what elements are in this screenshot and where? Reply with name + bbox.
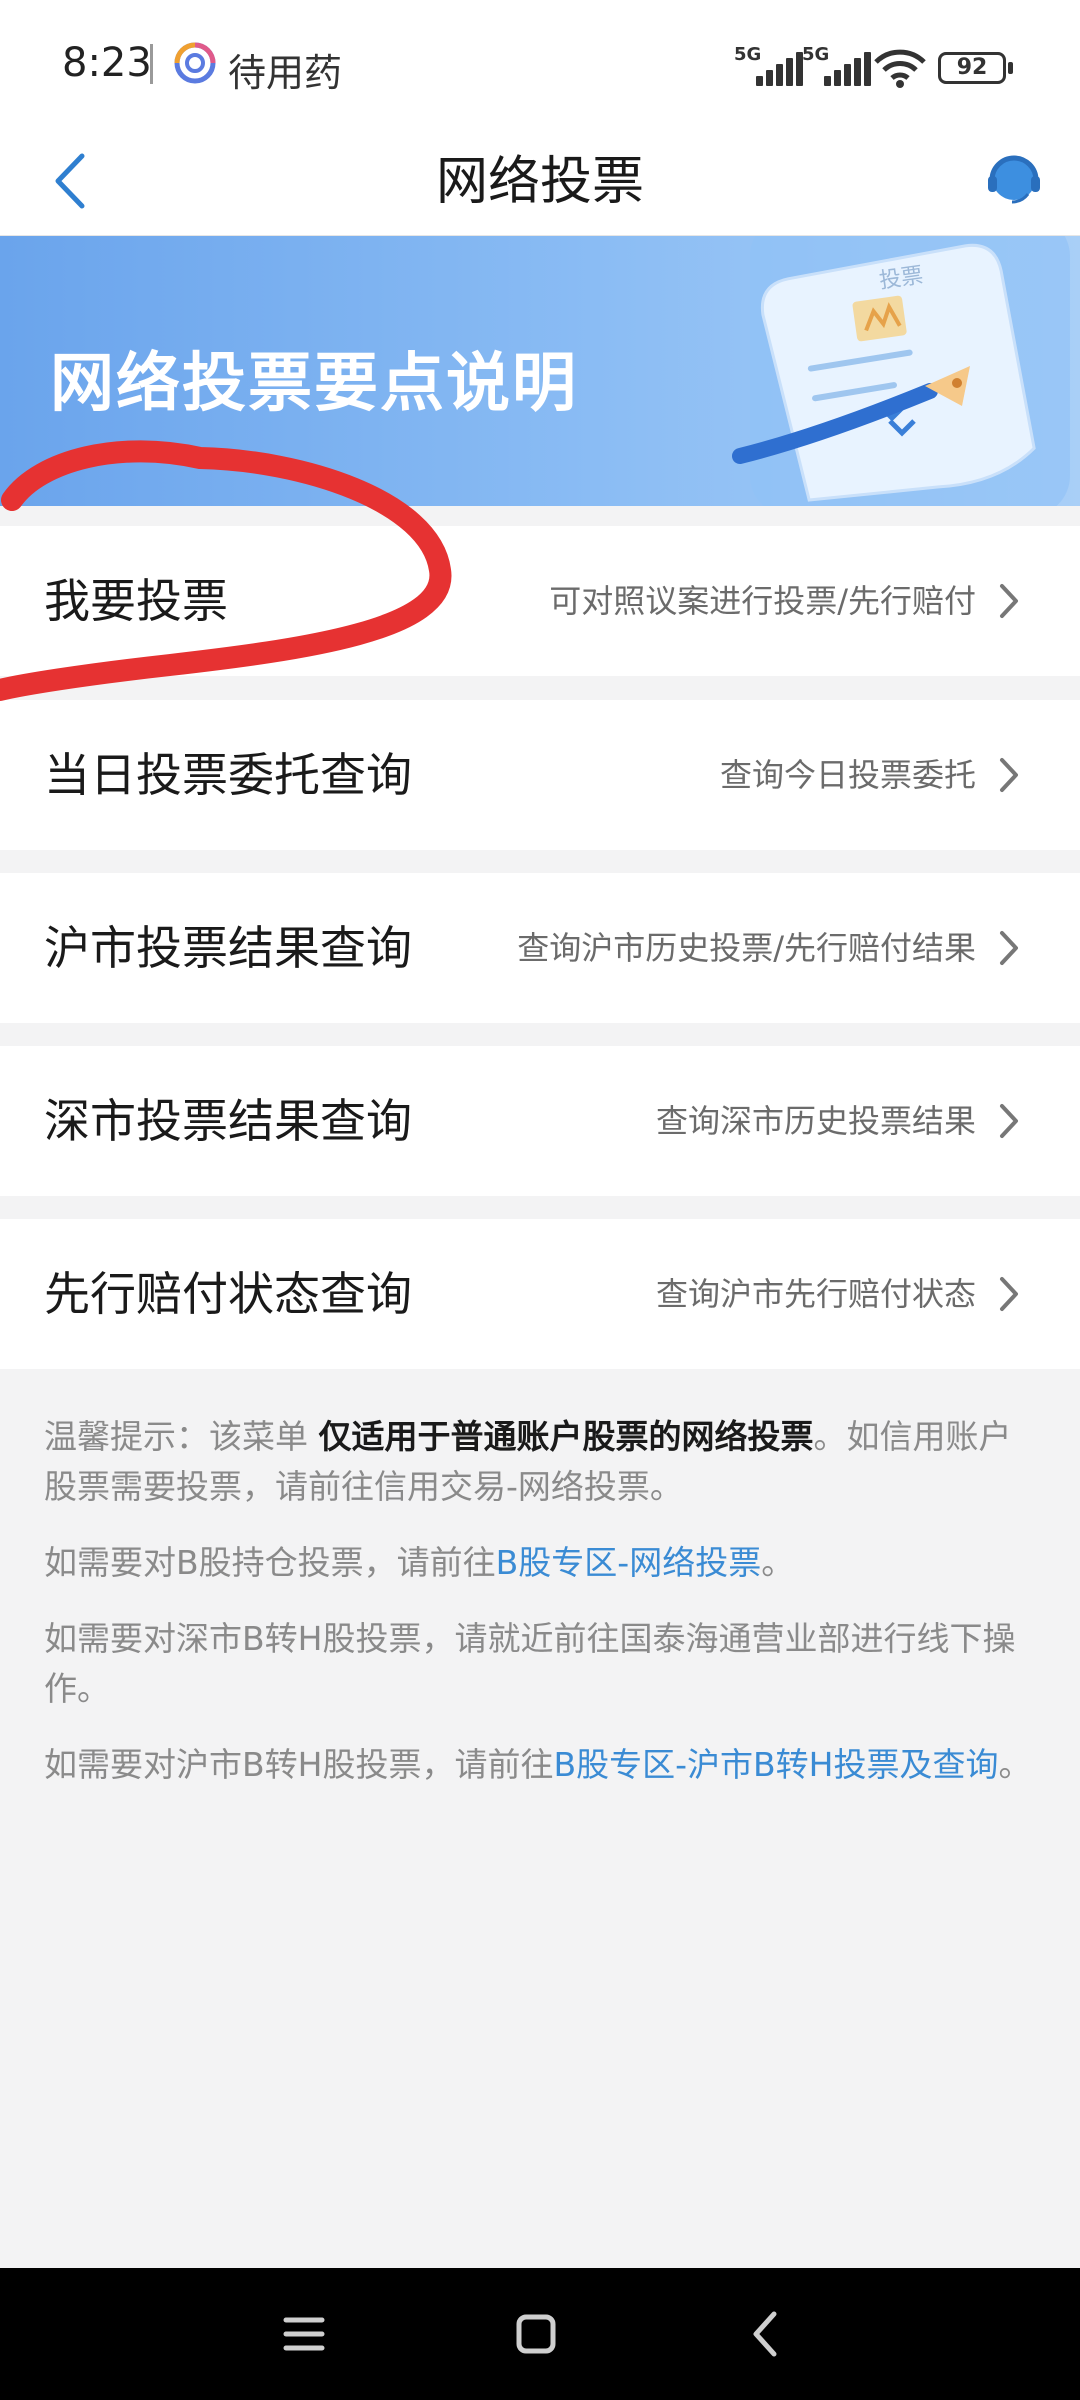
banner[interactable]: 网络投票要点说明 投票 [0, 236, 1080, 506]
nav-bar: 网络投票 [0, 130, 1080, 236]
menu-icon[interactable] [274, 2304, 334, 2364]
chevron-right-icon [1000, 758, 1018, 792]
page-title: 网络投票 [435, 152, 644, 212]
menu-item-title: 我要投票 [44, 574, 228, 628]
battery-level: 92 [956, 55, 988, 80]
menu-item-title: 当日投票委托查询 [44, 748, 412, 802]
menu-item-desc: 查询今日投票委托 [719, 756, 976, 794]
home-icon[interactable] [506, 2304, 566, 2364]
status-app-name: 待用药 [228, 51, 343, 95]
tip-2: 如需要对B股持仓投票，请前往B股专区-网络投票。 [44, 1538, 1036, 1588]
status-separator [150, 44, 153, 84]
menu-item-title: 先行赔付状态查询 [44, 1267, 412, 1321]
menu-item-sz-result[interactable]: 深市投票结果查询 查询深市历史投票结果 [0, 1046, 1080, 1196]
status-bar: 8:23 待用药 5G 5G 92 [0, 0, 1080, 130]
back-nav-icon[interactable] [736, 2304, 796, 2364]
system-nav-bar [0, 2268, 1080, 2400]
banner-title: 网络投票要点说明 [50, 347, 578, 421]
tip-text: 如需要对深市B转H股投票，请就近前往国泰海通营业部进行线下操作。 [44, 1619, 1016, 1708]
battery-cap [1008, 62, 1013, 74]
tip-1: 温馨提示：该菜单 仅适用于普通账户股票的网络投票。如信用账户股票需要投票，请前往… [44, 1412, 1036, 1512]
sh-b-to-h-vote-link[interactable]: B股专区-沪市B转H投票及查询 [553, 1745, 998, 1784]
battery-icon: 92 [938, 52, 1006, 84]
tips-section: 温馨提示：该菜单 仅适用于普通账户股票的网络投票。如信用账户股票需要投票，请前往… [44, 1412, 1036, 1816]
chevron-right-icon [1000, 584, 1018, 618]
tip-text: 如需要对沪市B转H股投票，请前往 [44, 1745, 554, 1784]
customer-service-icon[interactable] [984, 148, 1044, 208]
b-share-vote-link[interactable]: B股专区-网络投票 [496, 1543, 762, 1582]
tip-text: 温馨提示：该菜单 [44, 1417, 319, 1456]
chevron-right-icon [1000, 1277, 1018, 1311]
menu-item-desc: 查询沪市先行赔付状态 [655, 1275, 976, 1313]
menu-item-title: 沪市投票结果查询 [44, 921, 412, 975]
app-logo-icon [174, 42, 216, 84]
chevron-right-icon [1000, 931, 1018, 965]
tip-4: 如需要对沪市B转H股投票，请前往B股专区-沪市B转H投票及查询。 [44, 1740, 1036, 1790]
menu-item-desc: 查询深市历史投票结果 [655, 1102, 976, 1140]
tip-3: 如需要对深市B转H股投票，请就近前往国泰海通营业部进行线下操作。 [44, 1614, 1036, 1714]
signal-label: 5G [734, 44, 762, 65]
tip-text: 。 [761, 1543, 795, 1582]
status-time: 8:23 [62, 40, 152, 86]
menu-item-compensation-status[interactable]: 先行赔付状态查询 查询沪市先行赔付状态 [0, 1219, 1080, 1369]
menu-item-sh-result[interactable]: 沪市投票结果查询 查询沪市历史投票/先行赔付结果 [0, 873, 1080, 1023]
chevron-right-icon [1000, 1104, 1018, 1138]
tip-bold-text: 仅适用于普通账户股票的网络投票 [318, 1417, 814, 1456]
signal-label: 5G [802, 44, 830, 65]
menu-item-desc: 查询沪市历史投票/先行赔付结果 [517, 929, 976, 967]
menu-item-desc: 可对照议案进行投票/先行赔付 [549, 582, 976, 620]
wifi-icon [874, 49, 926, 88]
tip-text: 如需要对B股持仓投票，请前往 [44, 1543, 496, 1582]
ballot-illustration: 投票 [732, 236, 1070, 506]
menu-item-title: 深市投票结果查询 [44, 1094, 412, 1148]
menu-item-vote[interactable]: 我要投票 可对照议案进行投票/先行赔付 [0, 526, 1080, 676]
menu-item-today-entrust[interactable]: 当日投票委托查询 查询今日投票委托 [0, 700, 1080, 850]
tip-text: 。 [998, 1745, 1032, 1784]
